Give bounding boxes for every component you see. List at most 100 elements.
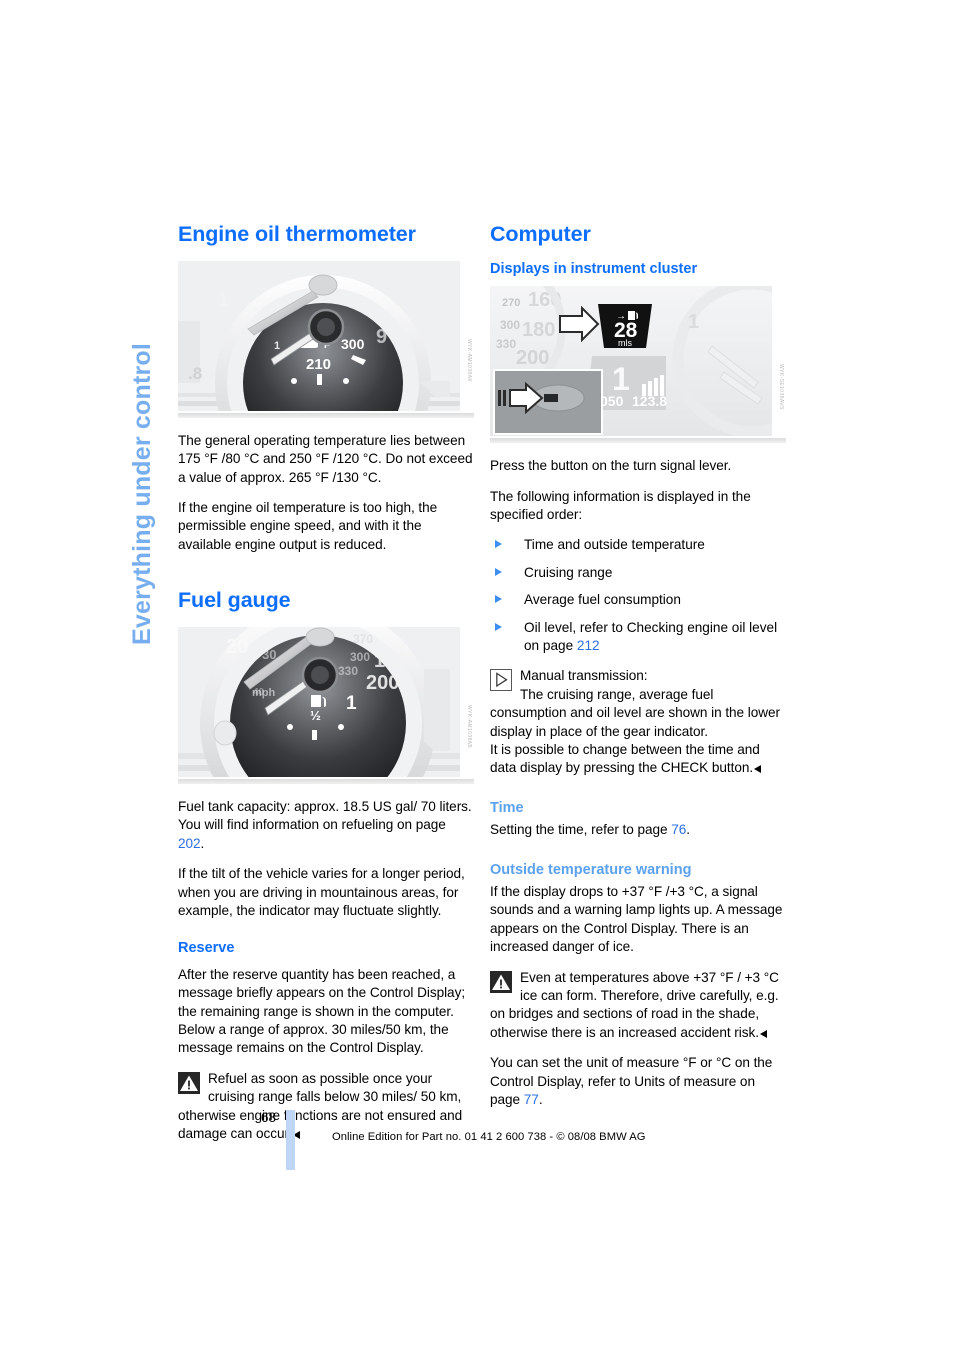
warning-ice-body: Even at temperatures above +37 °F / +3 °…: [490, 969, 779, 1040]
svg-text:210: 210: [306, 356, 331, 373]
bullet-triangle-icon: [495, 540, 502, 549]
svg-text:200: 200: [516, 347, 549, 369]
note-manual-transmission: Manual transmission: The cruising range, …: [490, 667, 786, 777]
figure-image-oil-gauge: 1 8 9 .8 1 °F 300 210: [178, 260, 460, 411]
page-ref-202[interactable]: 202: [178, 836, 201, 851]
heading-time: Time: [490, 799, 524, 816]
list-item: Average fuel consumption: [490, 591, 786, 609]
end-of-note-marker: [759, 1029, 767, 1038]
note-manual-transmission-text: Manual transmission: The cruising range, …: [490, 667, 786, 777]
svg-text:180: 180: [522, 319, 555, 341]
units-period: .: [538, 1092, 543, 1108]
svg-text:mph: mph: [252, 687, 276, 699]
paragraph-oil-temp-too-high: If the engine oil temperature is too hig…: [178, 499, 438, 552]
figure-code-oil-gauge: WYK-AM1038AK: [466, 338, 472, 382]
list-item-label: Cruising range: [524, 564, 613, 580]
right-column: Computer Displays in instrument cluster …: [490, 222, 786, 1121]
oil-gauge-illustration: 1 8 9 .8 1 °F 300 210: [178, 260, 460, 411]
chapter-tab-label: Everything under control: [128, 342, 156, 645]
figure-instrument-cluster: 270 160 300 180 330 200 1 → 28 mls 1 050…: [490, 286, 786, 444]
fuel-capacity-period: .: [200, 835, 205, 851]
svg-text:370: 370: [353, 632, 373, 646]
paragraph-info-order: The following information is displayed i…: [490, 488, 751, 522]
fuel-capacity-text: Fuel tank capacity: approx. 18.5 US gal/…: [178, 798, 472, 833]
paragraph-reserve: After the reserve quantity has been reac…: [178, 966, 466, 1056]
paragraph-fuel-capacity: Fuel tank capacity: approx. 18.5 US gal/…: [178, 798, 474, 853]
info-triangle-icon: [490, 669, 512, 692]
svg-text:.8: .8: [188, 364, 202, 383]
page-ref-77[interactable]: 77: [524, 1092, 539, 1107]
bullet-triangle-icon: [495, 622, 502, 631]
paragraph-press-button: Press the button on the turn signal leve…: [490, 458, 732, 474]
heading-displays-in-instrument-cluster: Displays in instrument cluster: [490, 260, 698, 277]
svg-text:200: 200: [366, 672, 399, 694]
figure-image-fuel-gauge: 20 30 370 300 180 330 200 40 . . . mph 1…: [178, 626, 460, 777]
figure-baseline: [178, 778, 474, 784]
svg-text:300: 300: [341, 336, 365, 352]
heading-reserve: Reserve: [178, 940, 235, 957]
svg-text:300: 300: [500, 318, 520, 332]
setting-time-text: Setting the time, refer to page: [490, 822, 672, 838]
list-item-label: Average fuel consumption: [524, 592, 681, 608]
end-of-note-marker: [754, 765, 762, 774]
warning-ice-text: Even at temperatures above +37 °F / +3 °…: [490, 969, 786, 1043]
page-ref-212[interactable]: 212: [577, 638, 600, 653]
figure-code-instrument-cluster: WYK-SE1038AVS: [778, 364, 784, 410]
svg-text:1: 1: [688, 311, 699, 333]
svg-text:½: ½: [310, 708, 321, 723]
svg-text:8: 8: [394, 289, 405, 311]
svg-text:050: 050: [600, 393, 624, 409]
fuel-gauge-illustration: 20 30 370 300 180 330 200 40 . . . mph 1…: [178, 626, 460, 777]
note-line-2: The cruising range, average fuel consump…: [490, 686, 781, 739]
svg-text:300: 300: [350, 650, 370, 664]
footer-edition-text: Online Edition for Part no. 01 41 2 600 …: [332, 1131, 646, 1143]
bullet-triangle-icon: [495, 567, 502, 576]
figure-engine-oil-thermometer: 1 8 9 .8 1 °F 300 210 WYK-AM1038AK: [178, 260, 474, 418]
figure-baseline: [178, 412, 474, 418]
page-number: 68: [261, 1110, 277, 1125]
left-column: Engine oil thermometer 1 8 9 .8 1 °F 300…: [178, 222, 474, 1155]
instrument-cluster-illustration: 270 160 300 180 330 200 1 → 28 mls 1 050…: [490, 286, 772, 437]
paragraph-operating-temperature: The general operating temperature lies b…: [178, 432, 473, 485]
list-item: Cruising range: [490, 564, 786, 582]
svg-text:330: 330: [338, 664, 358, 678]
page-ref-76[interactable]: 76: [671, 822, 686, 837]
svg-text:330: 330: [496, 337, 516, 351]
svg-text:123.8: 123.8: [632, 393, 667, 409]
svg-text:1: 1: [612, 361, 630, 397]
svg-text:180: 180: [374, 650, 407, 672]
svg-text:1: 1: [274, 340, 280, 352]
svg-text:1: 1: [218, 290, 229, 311]
footer-accent-bar: [286, 1110, 295, 1170]
figure-fuel-gauge: 20 30 370 300 180 330 200 40 . . . mph 1…: [178, 626, 474, 784]
warning-triangle-icon: [490, 970, 512, 993]
paragraph-units-of-measure: You can set the unit of measure °F or °C…: [490, 1054, 786, 1109]
svg-text:1: 1: [346, 693, 357, 714]
figure-image-instrument-cluster: 270 160 300 180 330 200 1 → 28 mls 1 050…: [490, 286, 772, 437]
heading-outside-temperature-warning: Outside temperature warning: [490, 861, 692, 878]
heading-computer: Computer: [490, 222, 591, 246]
paragraph-temperature-warning: If the display drops to +37 °F /+3 °C, a…: [490, 883, 783, 955]
svg-text:mls: mls: [618, 338, 632, 348]
heading-engine-oil-thermometer: Engine oil thermometer: [178, 222, 416, 246]
document-page: Everything under control Engine oil ther…: [0, 0, 954, 1350]
paragraph-tilt-fluctuation: If the tilt of the vehicle varies for a …: [178, 866, 465, 918]
bullet-triangle-icon: [495, 595, 502, 604]
svg-text:9: 9: [376, 326, 387, 348]
paragraph-setting-time: Setting the time, refer to page 76.: [490, 821, 786, 839]
figure-code-fuel-gauge: WYK-AM1038AB: [466, 704, 472, 749]
list-item: Time and outside temperature: [490, 536, 786, 554]
note-line-3: It is possible to change between the tim…: [490, 741, 760, 776]
setting-time-period: .: [686, 822, 691, 838]
list-item: Oil level, refer to Checking engine oil …: [490, 619, 786, 656]
figure-baseline: [490, 438, 786, 444]
warning-ice-formation: Even at temperatures above +37 °F / +3 °…: [490, 969, 786, 1043]
warning-triangle-icon: [178, 1071, 200, 1094]
svg-text:20: 20: [226, 636, 248, 658]
svg-text:270: 270: [502, 297, 520, 309]
note-line-1: Manual transmission:: [520, 668, 648, 684]
heading-fuel-gauge: Fuel gauge: [178, 588, 291, 613]
list-item-label: Time and outside temperature: [524, 537, 705, 553]
list-item-label: Oil level, refer to Checking engine oil …: [524, 619, 778, 653]
list-displayed-information: Time and outside temperature Cruising ra…: [490, 536, 786, 655]
